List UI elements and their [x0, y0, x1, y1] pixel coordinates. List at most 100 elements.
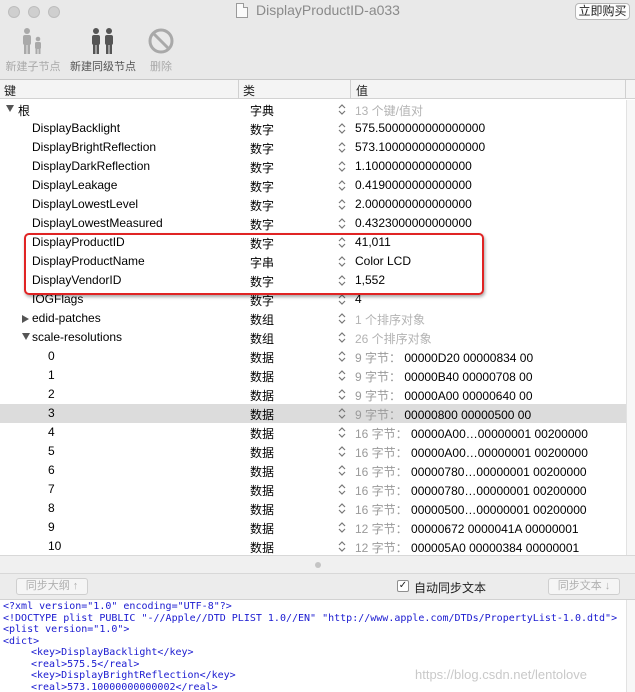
row-key[interactable]: DisplayDarkReflection — [32, 159, 150, 173]
row-type[interactable]: 字串 — [250, 254, 274, 271]
minimize-window-icon[interactable] — [28, 6, 40, 18]
outline-row[interactable]: IOGFlags 数字 4 — [0, 290, 626, 309]
row-type[interactable]: 数字 — [250, 140, 274, 157]
row-key[interactable]: IOGFlags — [32, 292, 83, 306]
row-value[interactable]: 9 字节： 00000B40 00000708 00 — [355, 368, 533, 385]
row-type[interactable]: 数据 — [250, 368, 274, 385]
type-popup-chevrons-icon[interactable] — [338, 388, 346, 401]
splitter-handle-icon[interactable] — [315, 562, 321, 568]
outline-row[interactable]: 2 数据 9 字节： 00000A00 00000640 00 — [0, 385, 626, 404]
row-type[interactable]: 数据 — [250, 539, 274, 555]
row-key[interactable]: 2 — [48, 387, 55, 401]
type-popup-chevrons-icon[interactable] — [338, 483, 346, 496]
outline-row[interactable]: 8 数据 16 字节： 00000500…00000001 00200000 — [0, 499, 626, 518]
row-key[interactable]: DisplayLowestLevel — [32, 197, 138, 211]
outline-row[interactable]: scale-resolutions 数组 26 个排序对象 — [0, 328, 626, 347]
row-key[interactable]: 3 — [48, 406, 55, 420]
row-value[interactable]: 9 字节： 00000800 00000500 00 — [355, 406, 531, 423]
outline-row[interactable]: DisplayLowestMeasured 数字 0.432300000000000… — [0, 214, 626, 233]
row-type[interactable]: 数字 — [250, 216, 274, 233]
outline-row[interactable]: 7 数据 16 字节： 00000780…00000001 00200000 — [0, 480, 626, 499]
row-value[interactable]: 2.0000000000000000 — [355, 197, 472, 211]
row-value[interactable]: 16 字节： 00000A00…00000001 00200000 — [355, 444, 588, 461]
row-type[interactable]: 数据 — [250, 406, 274, 423]
type-popup-chevrons-icon[interactable] — [338, 540, 346, 553]
row-value[interactable]: 26 个排序对象 — [355, 330, 432, 347]
column-value-header[interactable]: 值 — [356, 82, 368, 99]
outline-row[interactable]: 3 数据 9 字节： 00000800 00000500 00 — [0, 404, 626, 423]
row-key[interactable]: 9 — [48, 520, 55, 534]
zoom-window-icon[interactable] — [48, 6, 60, 18]
row-type[interactable]: 数字 — [250, 197, 274, 214]
type-popup-chevrons-icon[interactable] — [338, 141, 346, 154]
outline-row[interactable]: DisplayProductName 字串 Color LCD — [0, 252, 626, 271]
type-popup-chevrons-icon[interactable] — [338, 350, 346, 363]
row-type[interactable]: 数字 — [250, 159, 274, 176]
outline-row[interactable]: 9 数据 12 字节： 00000672 0000041A 00000001 — [0, 518, 626, 537]
row-type[interactable]: 数组 — [250, 311, 274, 328]
row-type[interactable]: 数据 — [250, 387, 274, 404]
row-value[interactable]: 1 个排序对象 — [355, 311, 425, 328]
disclosure-expanded-icon[interactable] — [6, 105, 14, 112]
outline-row[interactable]: DisplayVendorID 数字 1,552 — [0, 271, 626, 290]
row-value[interactable]: 4 — [355, 292, 362, 306]
xml-scrollbar[interactable] — [626, 600, 635, 692]
row-key[interactable]: 8 — [48, 501, 55, 515]
row-value[interactable]: 0.4323000000000000 — [355, 216, 472, 230]
row-type[interactable]: 数字 — [250, 178, 274, 195]
row-value[interactable]: 12 字节： 000005A0 00000384 00000001 — [355, 539, 579, 555]
row-key[interactable]: DisplayProductName — [32, 254, 145, 268]
row-key[interactable]: DisplayProductID — [32, 235, 125, 249]
row-key[interactable]: 6 — [48, 463, 55, 477]
new-child-node-button[interactable]: 新建子节点 — [4, 26, 62, 74]
disclosure-expanded-icon[interactable] — [22, 333, 30, 340]
outline-row[interactable]: 1 数据 9 字节： 00000B40 00000708 00 — [0, 366, 626, 385]
row-value[interactable]: 12 字节： 00000672 0000041A 00000001 — [355, 520, 579, 537]
outline-row[interactable]: 5 数据 16 字节： 00000A00…00000001 00200000 — [0, 442, 626, 461]
outline-row[interactable]: DisplayLowestLevel 数字 2.0000000000000000 — [0, 195, 626, 214]
row-key[interactable]: 根 — [18, 102, 30, 119]
row-type[interactable]: 数据 — [250, 349, 274, 366]
row-value[interactable]: 9 字节： 00000D20 00000834 00 — [355, 349, 533, 366]
row-key[interactable]: 4 — [48, 425, 55, 439]
row-key[interactable]: 5 — [48, 444, 55, 458]
type-popup-chevrons-icon[interactable] — [338, 445, 346, 458]
row-value[interactable]: 1.1000000000000000 — [355, 159, 472, 173]
row-value[interactable]: 1,552 — [355, 273, 385, 287]
column-type-header[interactable]: 类 — [243, 82, 255, 99]
type-popup-chevrons-icon[interactable] — [338, 407, 346, 420]
type-popup-chevrons-icon[interactable] — [338, 464, 346, 477]
type-popup-chevrons-icon[interactable] — [338, 122, 346, 135]
type-popup-chevrons-icon[interactable] — [338, 312, 346, 325]
outline-row[interactable]: DisplayProductID 数字 41,011 — [0, 233, 626, 252]
row-type[interactable]: 数据 — [250, 482, 274, 499]
sync-text-button[interactable]: 同步文本 ↓ — [548, 578, 620, 595]
column-key-header[interactable]: 键 — [4, 82, 16, 99]
outline-row[interactable]: DisplayDarkReflection 数字 1.100000000000000… — [0, 157, 626, 176]
row-key[interactable]: edid-patches — [32, 311, 101, 325]
row-type[interactable]: 数据 — [250, 444, 274, 461]
type-popup-chevrons-icon[interactable] — [338, 426, 346, 439]
type-popup-chevrons-icon[interactable] — [338, 217, 346, 230]
auto-sync-checkbox[interactable]: ✓ — [397, 580, 409, 592]
outline-row[interactable]: 6 数据 16 字节： 00000780…00000001 00200000 — [0, 461, 626, 480]
row-type[interactable]: 数据 — [250, 463, 274, 480]
row-key[interactable]: DisplayLowestMeasured — [32, 216, 163, 230]
outline-row[interactable]: DisplayBacklight 数字 575.5000000000000000 — [0, 119, 626, 138]
row-type[interactable]: 数据 — [250, 501, 274, 518]
row-key[interactable]: DisplayLeakage — [32, 178, 117, 192]
row-value[interactable]: 16 字节： 00000A00…00000001 00200000 — [355, 425, 588, 442]
column-divider[interactable] — [350, 80, 351, 99]
type-popup-chevrons-icon[interactable] — [338, 502, 346, 515]
row-key[interactable]: DisplayBacklight — [32, 121, 120, 135]
type-popup-chevrons-icon[interactable] — [338, 274, 346, 287]
type-popup-chevrons-icon[interactable] — [338, 179, 346, 192]
type-popup-chevrons-icon[interactable] — [338, 331, 346, 344]
type-popup-chevrons-icon[interactable] — [338, 369, 346, 382]
outline-scrollbar[interactable] — [626, 100, 635, 555]
row-value[interactable]: 41,011 — [355, 235, 391, 249]
row-type[interactable]: 数字 — [250, 235, 274, 252]
row-type[interactable]: 字典 — [250, 102, 274, 119]
outline-row[interactable]: edid-patches 数组 1 个排序对象 — [0, 309, 626, 328]
delete-button[interactable]: 删除 — [146, 26, 176, 74]
